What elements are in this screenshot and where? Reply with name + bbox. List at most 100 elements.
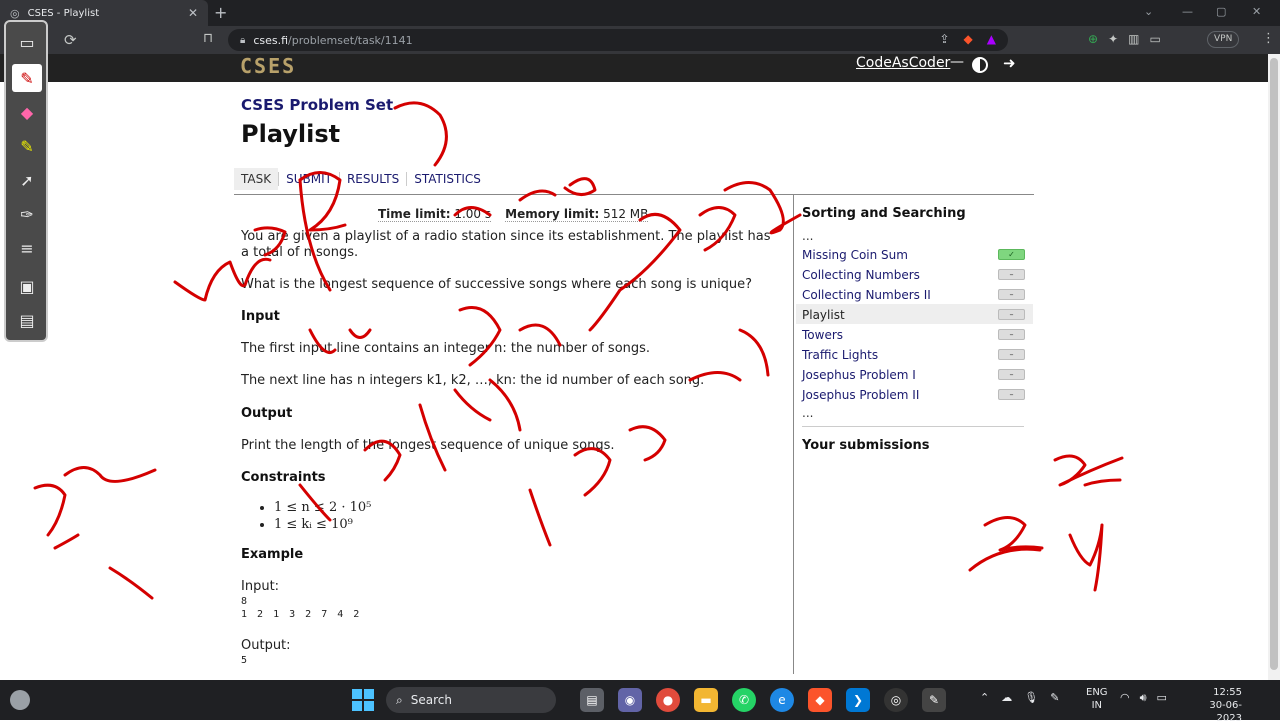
volume-icon[interactable]: 🔊︎ (1140, 691, 1147, 705)
search-label: Search (410, 693, 452, 707)
sidebar-item[interactable]: Collecting Numbers II – (796, 284, 1033, 304)
folder-icon[interactable]: ▬ (694, 688, 718, 712)
sidebar-item[interactable]: Josephus Problem II – (796, 384, 1033, 404)
sidebar-item-label[interactable]: Collecting Numbers (802, 268, 920, 282)
statement-paragraph: You are given a playlist of a radio stat… (241, 229, 771, 260)
maximize-icon[interactable]: ▢ (1216, 5, 1226, 18)
column-divider (793, 194, 794, 674)
whiteboard-icon[interactable]: ▭ (12, 28, 42, 56)
problemset-title[interactable]: CSES Problem Set (241, 96, 393, 114)
address-bar[interactable]: 🔒︎ cses.fi/problemset/task/1141 ⇪ ◆ ▲ (228, 29, 1008, 51)
sidebar-item-label[interactable]: Collecting Numbers II (802, 288, 931, 302)
sidebar-item-label[interactable]: Josephus Problem II (802, 388, 919, 402)
obs-icon[interactable]: ◎ (884, 688, 908, 712)
line-width-icon[interactable]: ≡ (12, 234, 42, 262)
time-limit: Time limit: 1.00 s (378, 207, 492, 222)
weather-icon[interactable] (10, 690, 30, 710)
edge-icon[interactable]: e (770, 688, 794, 712)
page-scrollbar[interactable] (1268, 54, 1280, 680)
language-indicator[interactable]: ENG IN (1086, 686, 1108, 712)
vscode-icon[interactable]: ❯ (846, 688, 870, 712)
time-limit-label: Time limit: (378, 207, 451, 221)
share-icon[interactable]: ⇪ (939, 32, 949, 46)
brave-rewards-icon[interactable]: ▲ (987, 32, 996, 46)
sidebar-item-current[interactable]: Playlist – (796, 304, 1033, 324)
theme-toggle-icon[interactable] (972, 57, 988, 73)
chevron-up-icon[interactable]: ⌃ (980, 691, 989, 704)
chevron-down-icon[interactable]: ⌄ (1144, 5, 1153, 18)
status-badge: – (998, 349, 1025, 360)
statement-question: What is the longest sequence of successi… (241, 277, 753, 292)
capture-icon[interactable]: ▤ (12, 306, 42, 334)
browser-tab-strip: ◎ CSES - Playlist ✕ + ⌄ — ▢ ✕ (0, 0, 1280, 26)
sidebar-item-label[interactable]: Missing Coin Sum (802, 248, 908, 262)
battery-icon[interactable]: ▭ (1157, 691, 1167, 705)
microphone-icon[interactable]: 🎙︎ (1024, 691, 1038, 704)
screen-icon[interactable]: ▣ (12, 272, 42, 300)
status-badge: – (998, 329, 1025, 340)
sidebar-item-label[interactable]: Josephus Problem I (802, 368, 916, 382)
teams-icon[interactable]: ◉ (618, 688, 642, 712)
sidebar-item[interactable]: Collecting Numbers – (796, 264, 1033, 284)
tab-results[interactable]: RESULTS (340, 168, 406, 190)
status-badge: – (998, 269, 1025, 280)
memory-limit-label: Memory limit: (505, 207, 600, 221)
username-link[interactable]: CodeAsCoder (856, 55, 950, 71)
close-tab-icon[interactable]: ✕ (188, 6, 198, 20)
puzzle-icon[interactable]: ✦ (1108, 32, 1118, 46)
highlighter-icon[interactable]: ✎ (12, 132, 42, 160)
pointer-icon[interactable]: ➚ (12, 166, 42, 194)
system-clock[interactable]: 12:55 30-06-2023 (1188, 686, 1242, 725)
wifi-icon[interactable]: ◠ (1120, 691, 1130, 705)
clock-date: 30-06-2023 (1209, 700, 1242, 724)
taskbar-search[interactable]: ⌕ Search (386, 687, 556, 713)
status-badge: – (998, 309, 1025, 320)
scrollbar-thumb[interactable] (1270, 58, 1278, 670)
task-tabs: TASK SUBMIT RESULTS STATISTICS (234, 168, 488, 190)
sidebar-item-label[interactable]: Towers (802, 328, 843, 342)
minimize-icon[interactable]: — (1182, 5, 1193, 18)
pen-icon[interactable]: ✎ (12, 64, 42, 92)
url-text: cses.fi/problemset/task/1141 (253, 34, 412, 47)
sidebar-item[interactable]: Josephus Problem I – (796, 364, 1033, 384)
chrome-icon[interactable]: ● (656, 688, 680, 712)
example-input-line: 1 2 1 3 2 7 4 2 (241, 609, 362, 620)
sidebar-item-label[interactable]: Traffic Lights (802, 348, 878, 362)
brave-icon[interactable]: ◆ (808, 688, 832, 712)
menu-icon[interactable]: ⋮ (1262, 31, 1275, 46)
url-path: /problemset/task/1141 (288, 33, 413, 47)
input-heading: Input (241, 309, 280, 324)
file-explorer-icon[interactable]: ▤ (580, 688, 604, 712)
browser-toolbar: ⟳ ⊓ 🔒︎ cses.fi/problemset/task/1141 ⇪ ◆ … (0, 26, 1280, 54)
brush-icon[interactable]: ✑ (12, 200, 42, 228)
whatsapp-icon[interactable]: ✆ (732, 688, 756, 712)
example-input-label: Input: (241, 579, 280, 594)
sidebar-item-label[interactable]: Playlist (802, 308, 845, 322)
sidebar-item[interactable]: Missing Coin Sum ✓ (796, 244, 1033, 264)
tab-task[interactable]: TASK (234, 168, 279, 190)
extension-plus-icon[interactable]: ⊕ (1088, 32, 1098, 46)
cloud-icon[interactable]: ☁ (1001, 691, 1012, 704)
pen-tray-icon[interactable]: ✎ (1050, 691, 1059, 704)
sidebar-item[interactable]: Towers – (796, 324, 1033, 344)
page-content: CSES Problem Set Playlist TASK SUBMIT RE… (0, 82, 1268, 680)
logout-icon[interactable]: ➜ (1003, 54, 1016, 72)
tab-submit[interactable]: SUBMIT (279, 168, 339, 190)
sidebar-item[interactable]: Traffic Lights – (796, 344, 1033, 364)
sidebar-icon[interactable]: ▥ (1128, 32, 1139, 46)
wallet-icon[interactable]: ▭ (1149, 32, 1160, 46)
reload-icon[interactable]: ⟳ (64, 31, 77, 49)
pen-app-icon[interactable]: ✎ (922, 688, 946, 712)
cses-logo[interactable]: CSES (240, 54, 296, 78)
tab-statistics[interactable]: STATISTICS (407, 168, 488, 190)
close-window-icon[interactable]: ✕ (1252, 5, 1261, 18)
new-tab-button[interactable]: + (214, 3, 227, 22)
memory-limit: Memory limit: 512 MB (505, 207, 649, 222)
eraser-icon[interactable]: ◆ (12, 98, 42, 126)
start-icon[interactable] (352, 689, 374, 711)
vpn-button[interactable]: VPN (1207, 31, 1240, 48)
brave-shield-icon[interactable]: ◆ (964, 32, 973, 46)
region-code: IN (1091, 700, 1102, 711)
output-text: Print the length of the longest sequence… (241, 438, 615, 453)
bookmark-icon[interactable]: ⊓ (203, 31, 213, 46)
